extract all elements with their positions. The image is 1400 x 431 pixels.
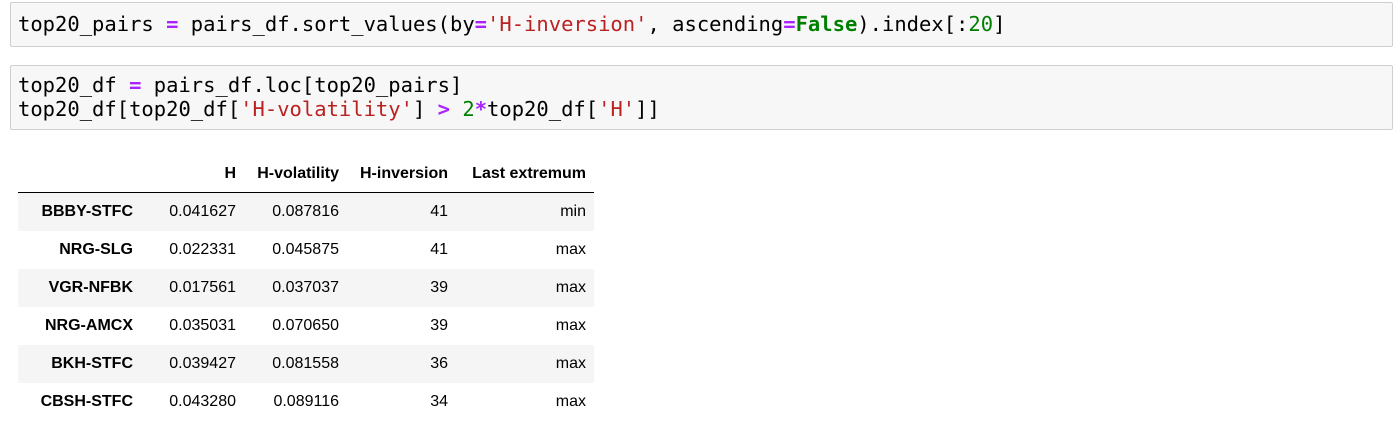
row-index: NRG-AMCX — [45, 317, 133, 334]
code-token: > — [437, 97, 450, 121]
column-header-h-volatility: H-volatility — [244, 155, 347, 193]
cell-h-volatility: 0.087816 — [272, 203, 339, 220]
cell-h-volatility: 0.089116 — [273, 393, 339, 410]
row-index: BKH-STFC — [51, 355, 133, 372]
cell-h-volatility: 0.081558 — [272, 355, 339, 372]
code-token: top20_df — [18, 73, 130, 97]
code-token: top20_pairs — [18, 12, 167, 36]
code-token: False — [795, 12, 858, 36]
cell-h-inversion: 36 — [430, 355, 448, 372]
table-row: BKH-STFC 0.039427 0.081558 36 max — [18, 345, 594, 383]
code-token: top20_df[ — [487, 97, 599, 121]
code-token: ]] — [635, 97, 660, 121]
code-token: = — [783, 12, 796, 36]
cell-h: 0.035031 — [169, 317, 236, 334]
table-row: NRG-AMCX 0.035031 0.070650 39 max — [18, 307, 594, 345]
code-token: 2 — [462, 97, 475, 121]
code-token: = — [129, 73, 142, 97]
code-token: , ascending — [647, 12, 784, 36]
code-token: * — [474, 97, 488, 121]
cell-h-inversion: 39 — [430, 317, 448, 334]
dataframe-output: H H-volatility H-inversion Last extremum… — [18, 155, 594, 421]
code-token: ] — [412, 97, 438, 121]
cell-h-volatility: 0.037037 — [272, 279, 339, 296]
row-index: NRG-SLG — [59, 241, 133, 258]
cell-h-inversion: 39 — [430, 279, 448, 296]
cell-last-extremum: max — [555, 317, 586, 334]
table-row: CBSH-STFC 0.043280 0.089116 34 max — [18, 383, 594, 421]
code-token: 'H-inversion' — [487, 12, 648, 36]
code-editor-2[interactable]: top20_df = pairs_df.loc[top20_pairs] top… — [18, 73, 660, 121]
table-row: VGR-NFBK 0.017561 0.037037 39 max — [18, 269, 594, 307]
cell-h: 0.041627 — [169, 203, 236, 220]
code-cell-2[interactable]: top20_df = pairs_df.loc[top20_pairs] top… — [10, 65, 1393, 130]
cell-last-extremum: max — [555, 241, 586, 258]
cell-h: 0.043280 — [169, 393, 236, 410]
column-header-h: H — [141, 155, 244, 193]
code-token: 20 — [968, 12, 994, 36]
cell-h-inversion: 41 — [430, 241, 448, 258]
code-token: pairs_df.sort_values(by — [178, 12, 475, 36]
cell-last-extremum: max — [555, 355, 586, 372]
row-index: VGR-NFBK — [48, 279, 133, 296]
row-index: CBSH-STFC — [40, 393, 133, 410]
code-cell-1[interactable]: top20_pairs = pairs_df.sort_values(by='H… — [10, 2, 1393, 47]
cell-h-inversion: 41 — [430, 203, 448, 220]
code-token: ).index[: — [857, 12, 969, 36]
cell-h-inversion: 34 — [430, 393, 448, 410]
table-row: NRG-SLG 0.022331 0.045875 41 max — [18, 231, 594, 269]
row-index: BBBY-STFC — [41, 203, 133, 220]
code-editor-1[interactable]: top20_pairs = pairs_df.sort_values(by='H… — [18, 12, 1005, 36]
cell-last-extremum: min — [560, 203, 586, 220]
cell-h: 0.039427 — [169, 355, 236, 372]
cell-last-extremum: max — [555, 393, 586, 410]
cell-h-volatility: 0.070650 — [272, 317, 339, 334]
code-token: 'H-volatility' — [240, 97, 413, 121]
index-header — [18, 155, 141, 193]
table-header-row: H H-volatility H-inversion Last extremum — [18, 155, 594, 193]
code-token: ] — [993, 12, 1006, 36]
column-header-h-inversion: H-inversion — [347, 155, 456, 193]
code-token: 'H' — [598, 97, 636, 121]
cell-h-volatility: 0.045875 — [272, 241, 339, 258]
cell-h: 0.017561 — [169, 279, 236, 296]
cell-last-extremum: max — [555, 279, 586, 296]
code-token: = — [166, 12, 179, 36]
code-token: = — [474, 12, 488, 36]
table-row: BBBY-STFC 0.041627 0.087816 41 min — [18, 192, 594, 231]
cell-h: 0.022331 — [169, 241, 236, 258]
column-header-last-extremum: Last extremum — [456, 155, 594, 193]
